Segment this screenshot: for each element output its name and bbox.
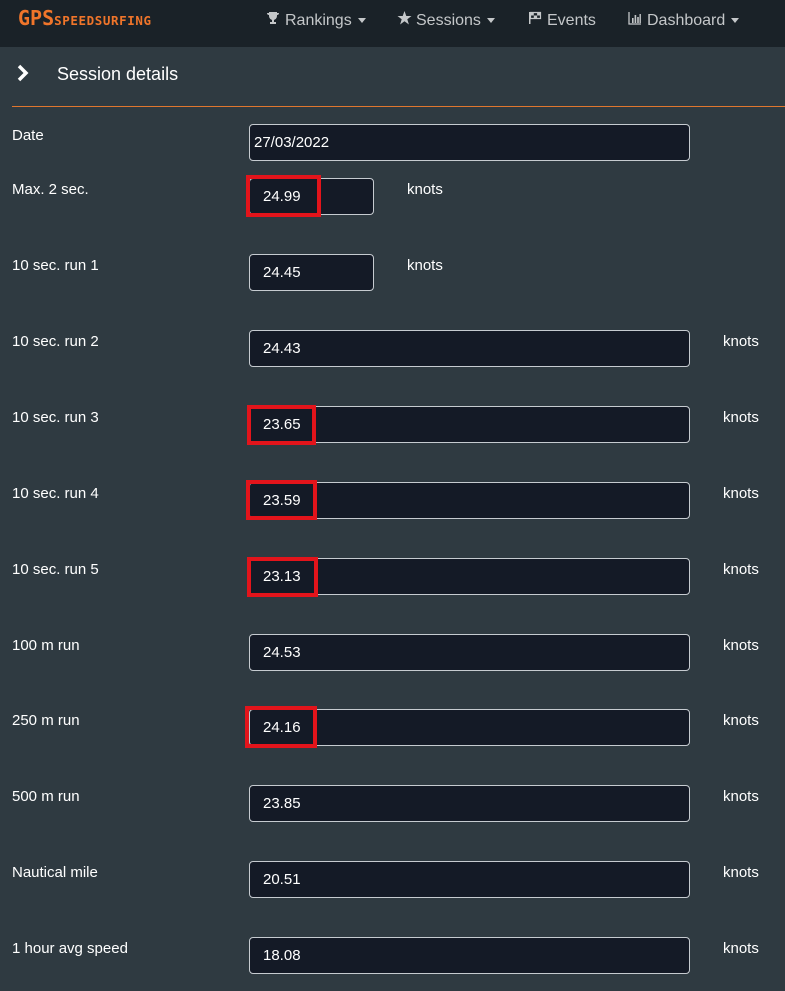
500m-label: 500 m run bbox=[12, 788, 80, 805]
top-navbar: GPSSPEEDSURFING Rankings Sessions Events… bbox=[0, 0, 785, 47]
highlight-box bbox=[247, 405, 316, 445]
250m-label: 250 m run bbox=[12, 712, 80, 729]
nautical-mile-label: Nautical mile bbox=[12, 864, 98, 881]
run-4-unit: knots bbox=[723, 485, 759, 502]
run-1-field[interactable]: 24.45 bbox=[249, 254, 374, 291]
highlight-box bbox=[247, 557, 318, 597]
run-5-unit: knots bbox=[723, 561, 759, 578]
bar-chart-icon bbox=[627, 11, 643, 29]
run-3-unit: knots bbox=[723, 409, 759, 426]
section-title: Session details bbox=[57, 64, 179, 84]
run-4-label: 10 sec. run 4 bbox=[12, 485, 99, 502]
nautical-mile-field[interactable]: 20.51 bbox=[249, 861, 690, 898]
250m-unit: knots bbox=[723, 712, 759, 729]
nav-dashboard[interactable]: Dashboard bbox=[627, 11, 740, 29]
date-field[interactable]: 27/03/2022 bbox=[249, 124, 690, 161]
nav-rankings[interactable]: Rankings bbox=[265, 11, 366, 29]
500m-unit: knots bbox=[723, 788, 759, 805]
nautical-mile-unit: knots bbox=[723, 864, 759, 881]
highlight-box bbox=[246, 175, 321, 217]
chevron-down-icon bbox=[731, 18, 740, 24]
run-5-label: 10 sec. run 5 bbox=[12, 561, 99, 578]
100m-field[interactable]: 24.53 bbox=[249, 634, 690, 671]
max-2-sec-unit: knots bbox=[407, 181, 443, 198]
run-1-unit: knots bbox=[407, 257, 443, 274]
run-1-label: 10 sec. run 1 bbox=[12, 257, 99, 274]
run-2-label: 10 sec. run 2 bbox=[12, 333, 99, 350]
500m-field[interactable]: 23.85 bbox=[249, 785, 690, 822]
trophy-icon bbox=[265, 11, 281, 29]
run-2-field[interactable]: 24.43 bbox=[249, 330, 690, 367]
date-label: Date bbox=[12, 127, 44, 144]
run-2-unit: knots bbox=[723, 333, 759, 350]
section-divider bbox=[12, 106, 785, 107]
nav-sessions[interactable]: Sessions bbox=[396, 11, 495, 29]
chevron-down-icon bbox=[357, 18, 366, 24]
chevron-down-icon bbox=[486, 18, 495, 24]
run-3-label: 10 sec. run 3 bbox=[12, 409, 99, 426]
site-logo[interactable]: GPSSPEEDSURFING bbox=[18, 8, 152, 28]
1-hour-label: 1 hour avg speed bbox=[12, 940, 128, 957]
nav-events[interactable]: Events bbox=[527, 11, 596, 29]
flag-icon bbox=[527, 11, 543, 29]
highlight-box bbox=[246, 480, 317, 520]
100m-unit: knots bbox=[723, 637, 759, 654]
100m-label: 100 m run bbox=[12, 637, 80, 654]
max-2-sec-label: Max. 2 sec. bbox=[12, 181, 89, 198]
1-hour-field[interactable]: 18.08 bbox=[249, 937, 690, 974]
1-hour-unit: knots bbox=[723, 940, 759, 957]
star-icon bbox=[396, 11, 412, 29]
highlight-box bbox=[245, 706, 317, 748]
chevron-right-icon[interactable] bbox=[14, 64, 32, 82]
